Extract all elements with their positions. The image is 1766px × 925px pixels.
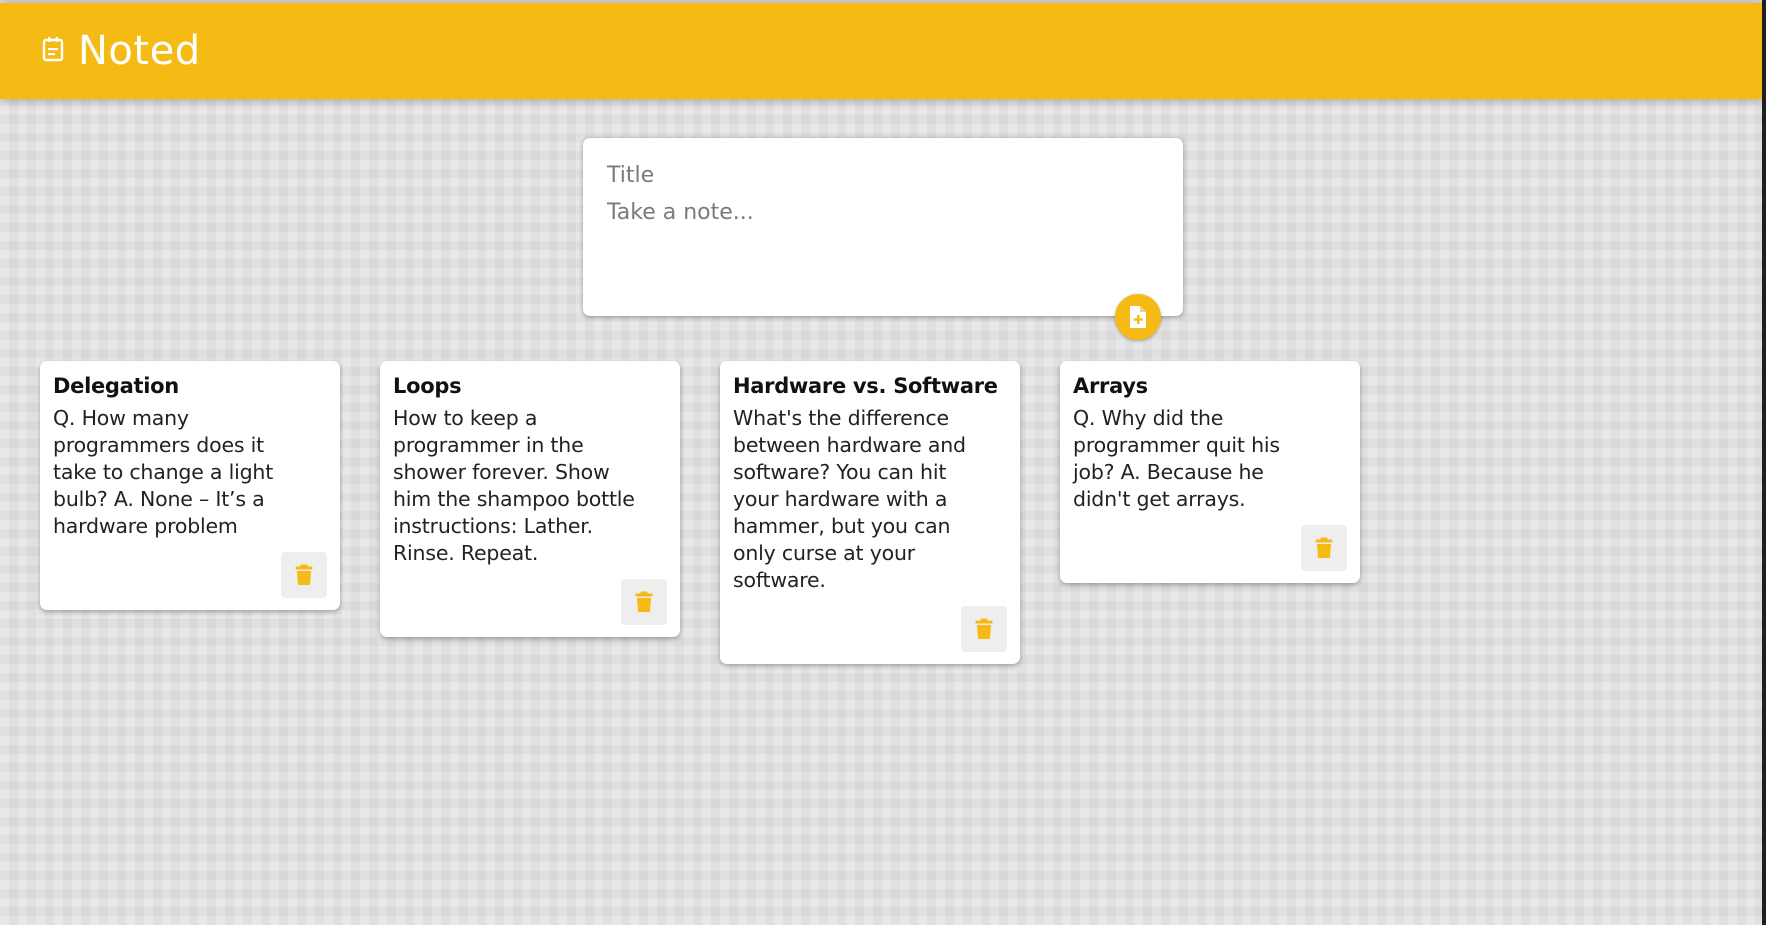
top-border — [0, 0, 1766, 2]
add-note-button[interactable] — [1115, 294, 1161, 340]
note-card: Hardware vs. Software What's the differe… — [720, 361, 1020, 664]
delete-note-button[interactable] — [281, 552, 327, 598]
note-content: Q. Why did the programmer quit his job? … — [1073, 406, 1280, 511]
note-card: Loops How to keep a programmer in the sh… — [380, 361, 680, 637]
create-note-form — [583, 138, 1183, 340]
note-add-icon — [1127, 305, 1149, 329]
note-title-input[interactable] — [607, 158, 1159, 192]
note-title: Delegation — [53, 374, 179, 398]
app-header: Noted — [0, 3, 1762, 99]
note-content: Q. How many programmers does it take to … — [53, 406, 274, 538]
note-card: Delegation Q. How many programmers does … — [40, 361, 340, 610]
trash-icon — [635, 591, 653, 613]
note-calendar-icon — [42, 36, 64, 62]
delete-note-button[interactable] — [1301, 525, 1347, 571]
delete-note-button[interactable] — [961, 606, 1007, 652]
note-title: Arrays — [1073, 374, 1148, 398]
trash-icon — [975, 618, 993, 640]
note-title: Hardware vs. Software — [733, 374, 998, 398]
delete-note-button[interactable] — [621, 579, 667, 625]
note-content: How to keep a programmer in the shower f… — [393, 406, 635, 565]
trash-icon — [1315, 537, 1333, 559]
note-content: What's the difference between hardware a… — [733, 406, 966, 592]
window-edge — [1762, 0, 1766, 925]
note-content-input[interactable] — [607, 198, 1159, 288]
note-title: Loops — [393, 374, 462, 398]
app-title: Noted — [78, 28, 201, 74]
trash-icon — [295, 564, 313, 586]
note-card: Arrays Q. Why did the programmer quit hi… — [1060, 361, 1360, 583]
